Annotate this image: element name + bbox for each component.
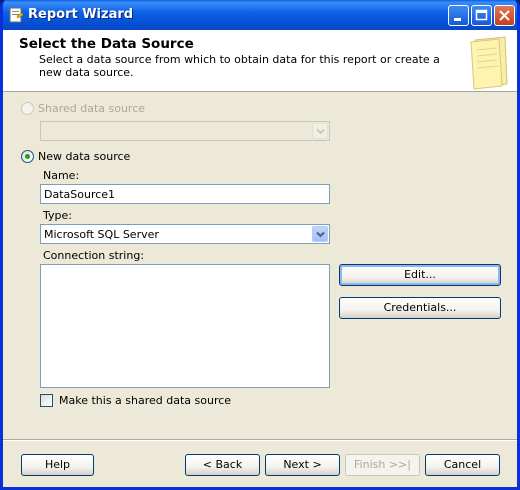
help-button[interactable]: Help [21, 454, 94, 476]
new-data-source-label: New data source [38, 150, 131, 163]
shared-data-source-radio[interactable] [21, 102, 34, 115]
next-button[interactable]: Next > [265, 454, 340, 476]
window-title: Report Wizard [28, 7, 134, 22]
close-icon [499, 10, 510, 21]
page-description: Select a data source from which to obtai… [39, 53, 440, 79]
credentials-button[interactable]: Credentials... [339, 297, 501, 319]
name-label: Name: [43, 169, 80, 182]
report-wizard-window: Report Wizard Select the Data Source Sel… [0, 0, 520, 490]
radio-selected-dot [25, 154, 30, 159]
finish-button[interactable]: Finish >>| [345, 454, 420, 476]
minimize-button[interactable] [448, 5, 469, 26]
new-data-source-radio[interactable] [21, 150, 34, 163]
type-value: Microsoft SQL Server [44, 228, 159, 241]
connection-string-field[interactable] [40, 264, 330, 388]
name-value: DataSource1 [44, 188, 116, 201]
shared-source-dropdown-button[interactable] [312, 123, 328, 139]
connection-string-label: Connection string: [43, 249, 145, 262]
close-button[interactable] [494, 5, 515, 26]
shared-data-source-checkbox[interactable] [40, 394, 53, 407]
notepad-icon [470, 36, 508, 90]
type-dropdown-button[interactable] [312, 226, 328, 242]
edit-button[interactable]: Edit... [339, 264, 501, 286]
chevron-down-icon [316, 128, 325, 135]
name-field[interactable]: DataSource1 [40, 184, 330, 204]
maximize-button[interactable] [471, 5, 492, 26]
shared-data-source-checkbox-label: Make this a shared data source [59, 394, 232, 407]
minimize-icon [454, 18, 461, 21]
footer-separator [3, 439, 517, 441]
chevron-down-icon [316, 231, 325, 238]
wizard-header: Select the Data Source Select a data sou… [3, 30, 517, 92]
shared-data-source-select[interactable] [40, 121, 330, 141]
page-title: Select the Data Source [19, 36, 194, 52]
report-wizard-icon [9, 7, 24, 23]
back-button[interactable]: < Back [185, 454, 260, 476]
type-select[interactable]: Microsoft SQL Server [40, 224, 330, 244]
maximize-icon [475, 9, 488, 21]
cancel-button[interactable]: Cancel [425, 454, 500, 476]
shared-data-source-label: Shared data source [38, 102, 146, 115]
type-label: Type: [43, 209, 72, 222]
title-bar[interactable]: Report Wizard [3, 0, 517, 30]
